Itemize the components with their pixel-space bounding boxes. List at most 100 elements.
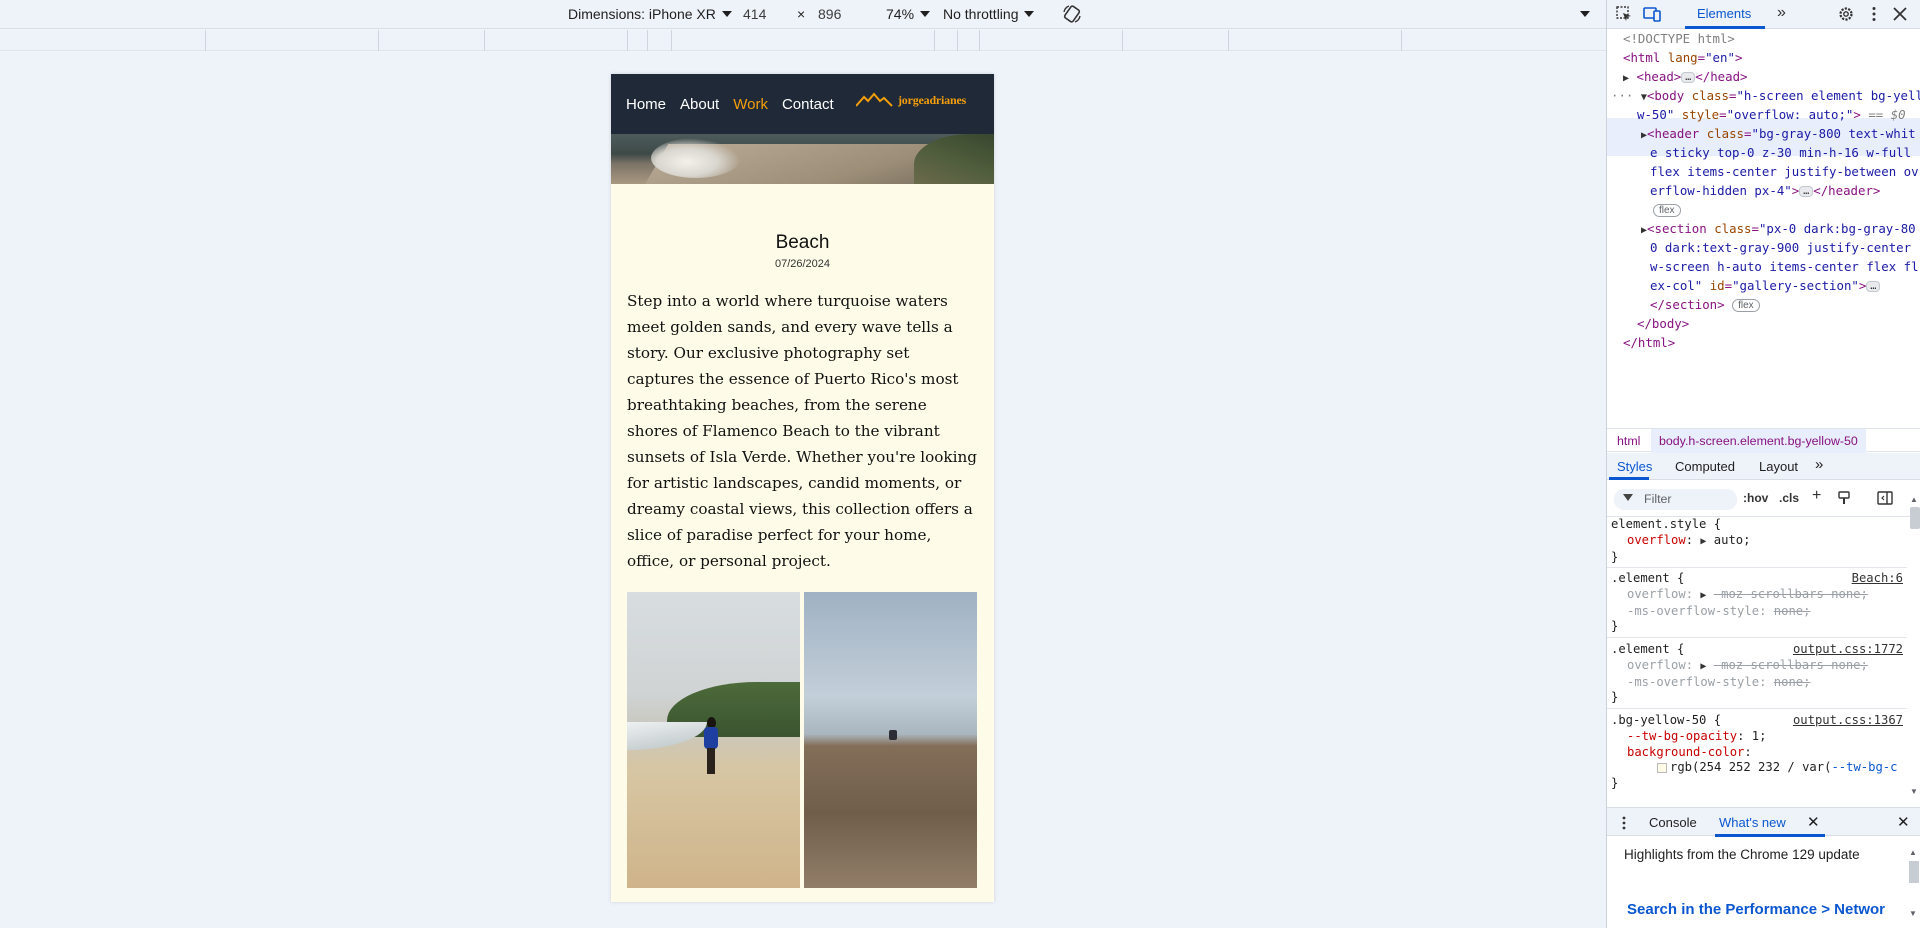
mountain-logo-icon bbox=[856, 92, 893, 107]
paint-brush-icon[interactable] bbox=[1837, 491, 1851, 505]
post-body: Step into a world where turquoise waters… bbox=[627, 292, 977, 570]
throttling-label: No throttling bbox=[943, 6, 1019, 22]
hov-toggle[interactable]: :hov bbox=[1743, 491, 1768, 505]
tab-computed[interactable]: Computed bbox=[1675, 459, 1735, 474]
chevron-down-icon bbox=[1024, 11, 1035, 17]
dimension-times: × bbox=[797, 6, 806, 22]
tab-elements[interactable]: Elements bbox=[1697, 6, 1751, 21]
styles-filter-bar: Filter :hov .cls + bbox=[1607, 481, 1920, 517]
hero-image bbox=[611, 134, 994, 184]
style-rule-element-beach[interactable]: .element { Beach:6 overflow: ▶ -moz-scro… bbox=[1607, 571, 1907, 639]
color-swatch[interactable] bbox=[1657, 762, 1667, 773]
device-select[interactable]: Dimensions: iPhone XR bbox=[568, 6, 732, 22]
media-query-marker[interactable] bbox=[979, 30, 980, 51]
site-logo[interactable]: jorgeadrianes bbox=[856, 92, 966, 108]
tab-console[interactable]: Console bbox=[1649, 815, 1697, 830]
new-rule-icon[interactable]: + bbox=[1812, 487, 1821, 505]
media-query-marker[interactable] bbox=[1228, 30, 1229, 51]
site-header: Home About Work Contact jorgeadrianes bbox=[611, 74, 994, 134]
media-query-marker[interactable] bbox=[934, 30, 935, 51]
tab-layout[interactable]: Layout bbox=[1759, 459, 1798, 474]
nav-contact[interactable]: Contact bbox=[782, 96, 834, 113]
dom-node-body-cont: w-50" style="overflow: auto;"> == $0 bbox=[1637, 107, 1906, 122]
expand-triangle-icon: ▶ bbox=[1623, 73, 1630, 84]
breadcrumb-body[interactable]: body.h-screen.element.bg-yellow-50 bbox=[1651, 429, 1866, 453]
dom-node-html[interactable]: <html lang="en"> bbox=[1623, 49, 1742, 68]
dom-node-head[interactable]: ▶ <head>… </head> bbox=[1623, 68, 1748, 89]
more-options-icon[interactable] bbox=[1580, 11, 1590, 17]
close-drawer-icon[interactable]: ✕ bbox=[1897, 813, 1910, 831]
close-devtools-icon[interactable] bbox=[1891, 5, 1909, 23]
dom-node-section[interactable]: ▶<section class="px-0 dark:bg-gray-80 bbox=[1641, 220, 1916, 241]
drawer-tabbar: Console What's new ✕ ✕ bbox=[1607, 807, 1920, 837]
more-tabs-icon[interactable]: » bbox=[1777, 4, 1786, 22]
media-query-marker[interactable] bbox=[647, 30, 648, 51]
dom-node-html-close[interactable]: </html> bbox=[1623, 334, 1675, 353]
devtools-panel: Elements » <!DOCTYPE html> <html lang="e… bbox=[1606, 0, 1920, 928]
gallery-photo-rocky-shore[interactable] bbox=[804, 592, 977, 888]
styles-tabbar: Styles Computed Layout » bbox=[1607, 453, 1920, 480]
post-date: 07/26/2024 bbox=[774, 258, 831, 270]
gallery-photo-beach-walk[interactable] bbox=[627, 592, 800, 888]
whats-new-link[interactable]: Search in the Performance > Networ bbox=[1627, 901, 1885, 918]
drawer-menu-icon[interactable] bbox=[1621, 816, 1627, 830]
dom-tree: <!DOCTYPE html> <html lang="en"> ▶ <head… bbox=[1607, 30, 1920, 426]
media-query-marker[interactable] bbox=[957, 30, 958, 51]
tab-styles[interactable]: Styles bbox=[1617, 459, 1652, 474]
device-toolbar: Dimensions: iPhone XR 414 × 896 74% No t… bbox=[0, 0, 1606, 29]
logo-text: jorgeadrianes bbox=[898, 92, 967, 107]
drawer-scrollbar[interactable]: ▲ ▼ bbox=[1906, 848, 1919, 918]
dom-node-body[interactable]: ··· ▼<body class="h-screen element bg-ye… bbox=[1611, 87, 1920, 108]
device-select-label: Dimensions: iPhone XR bbox=[568, 6, 716, 22]
height-input[interactable]: 896 bbox=[818, 6, 841, 22]
flex-badge[interactable]: flex bbox=[1653, 204, 1681, 217]
nav-work[interactable]: Work bbox=[733, 96, 768, 113]
breadcrumb: html body.h-screen.element.bg-yellow-50 bbox=[1607, 428, 1920, 453]
cls-toggle[interactable]: .cls bbox=[1779, 491, 1799, 505]
media-query-marker[interactable] bbox=[205, 30, 206, 51]
post-title: Beach bbox=[775, 232, 830, 253]
styles-scrollbar[interactable]: ▲ ▼ bbox=[1907, 495, 1920, 798]
toggle-sidebar-icon[interactable] bbox=[1877, 490, 1893, 506]
devtools-tabbar: Elements » bbox=[1607, 0, 1920, 29]
close-tab-icon[interactable]: ✕ bbox=[1807, 813, 1820, 831]
nav-home[interactable]: Home bbox=[626, 96, 666, 113]
style-rule-element-style[interactable]: element.style { overflow: ▶ auto; } bbox=[1607, 517, 1907, 569]
chevron-down-icon bbox=[721, 11, 732, 17]
tab-whats-new[interactable]: What's new bbox=[1719, 815, 1786, 830]
style-rule-bg-yellow[interactable]: .bg-yellow-50 { output.css:1367 --tw-bg-… bbox=[1607, 713, 1907, 794]
rotate-icon[interactable] bbox=[1062, 4, 1082, 24]
media-query-marker[interactable] bbox=[671, 30, 672, 51]
inspect-element-icon[interactable] bbox=[1615, 5, 1633, 23]
width-input[interactable]: 414 bbox=[743, 6, 766, 22]
media-query-marker[interactable] bbox=[1401, 30, 1402, 51]
rule-source-link[interactable]: Beach:6 bbox=[1852, 571, 1903, 587]
media-query-marker[interactable] bbox=[627, 30, 628, 51]
dom-node-doctype[interactable]: <!DOCTYPE html> bbox=[1623, 30, 1735, 49]
chevron-down-icon bbox=[920, 11, 931, 17]
more-tabs-icon[interactable]: » bbox=[1815, 456, 1823, 473]
nav-about[interactable]: About bbox=[680, 96, 719, 113]
throttling-select[interactable]: No throttling bbox=[943, 6, 1035, 22]
site-nav: Home About Work Contact bbox=[626, 96, 834, 113]
zoom-label: 74% bbox=[886, 6, 915, 22]
zoom-select[interactable]: 74% bbox=[886, 6, 931, 22]
flex-badge[interactable]: flex bbox=[1732, 299, 1760, 312]
kebab-menu-icon[interactable] bbox=[1865, 5, 1883, 23]
dom-node-body-close[interactable]: </body> bbox=[1637, 315, 1689, 334]
breadcrumb-html[interactable]: html bbox=[1617, 434, 1640, 448]
style-rule-element-output[interactable]: .element { output.css:1772 overflow: ▶ -… bbox=[1607, 642, 1907, 710]
rule-source-link[interactable]: output.css:1772 bbox=[1793, 642, 1903, 658]
whats-new-heading: Highlights from the Chrome 129 update bbox=[1624, 847, 1860, 862]
media-query-bar bbox=[0, 30, 1606, 51]
settings-gear-icon[interactable] bbox=[1837, 5, 1855, 23]
dom-node-header[interactable]: ▶<header class="bg-gray-800 text-whit bbox=[1641, 125, 1916, 146]
media-query-marker[interactable] bbox=[378, 30, 379, 51]
styles-rules: element.style { overflow: ▶ auto; } .ele… bbox=[1607, 517, 1907, 802]
media-query-marker[interactable] bbox=[1122, 30, 1123, 51]
device-toggle-icon[interactable] bbox=[1643, 5, 1661, 23]
filter-icon bbox=[1623, 494, 1633, 501]
rule-source-link[interactable]: output.css:1367 bbox=[1793, 713, 1903, 729]
mobile-page: Home About Work Contact jorgeadrianes Be… bbox=[611, 74, 994, 902]
media-query-marker[interactable] bbox=[484, 30, 485, 51]
